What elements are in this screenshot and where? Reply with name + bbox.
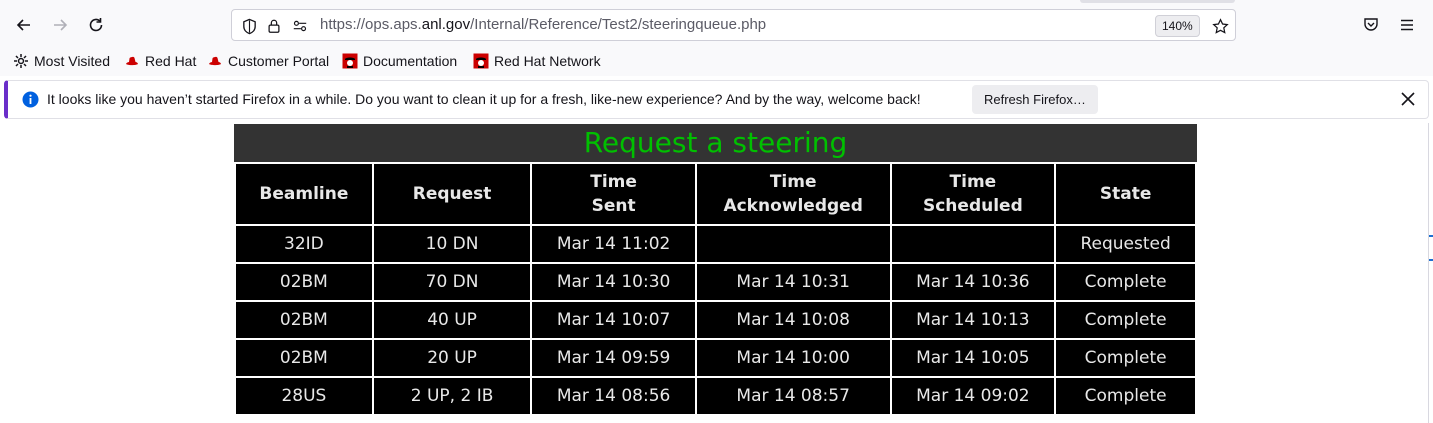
back-arrow-icon bbox=[16, 19, 30, 31]
cell-request: 2 UP, 2 IB bbox=[371, 376, 533, 416]
bookmark-label: Documentation bbox=[363, 53, 458, 69]
edge-marker bbox=[1429, 259, 1433, 261]
cell-state: Complete bbox=[1054, 376, 1197, 416]
bookmark-documentation[interactable]: Documentation bbox=[342, 50, 457, 72]
bookmark-label: Red Hat bbox=[145, 53, 197, 69]
url-host: anl.gov bbox=[421, 16, 471, 33]
info-icon bbox=[22, 91, 39, 108]
browser-toolbar: https://ops.aps.anl.gov/Internal/Referen… bbox=[0, 0, 1433, 50]
cell-beamline: 02BM bbox=[234, 338, 374, 378]
cell-time-acknowledged: Mar 14 08:57 bbox=[694, 376, 892, 416]
cell-time-sent: Mar 14 08:56 bbox=[530, 376, 697, 416]
table-row: 32ID 10 DN Mar 14 11:02 Requested bbox=[234, 224, 1197, 264]
column-header-time-scheduled: Time Scheduled bbox=[889, 162, 1057, 226]
table-row: 02BM 20 UP Mar 14 09:59 Mar 14 10:00 Mar… bbox=[234, 338, 1197, 378]
pocket-icon bbox=[1364, 18, 1378, 31]
cell-state: Complete bbox=[1054, 262, 1197, 302]
pocket-button[interactable] bbox=[1356, 10, 1386, 40]
refresh-firefox-button[interactable]: Refresh Firefox… bbox=[972, 85, 1098, 114]
cell-time-sent: Mar 14 10:07 bbox=[530, 300, 697, 340]
back-button[interactable] bbox=[9, 10, 39, 40]
redhat-shadowman-icon bbox=[342, 53, 358, 69]
reload-icon bbox=[89, 18, 103, 32]
cell-request: 10 DN bbox=[371, 224, 533, 264]
bookmark-label: Customer Portal bbox=[228, 53, 330, 69]
cell-time-scheduled bbox=[889, 224, 1057, 264]
zoom-level-button[interactable]: 140% bbox=[1155, 15, 1200, 37]
cell-time-acknowledged: Mar 14 10:00 bbox=[694, 338, 892, 378]
bookmark-red-hat-network[interactable]: Red Hat Network bbox=[473, 50, 601, 72]
cell-beamline: 28US bbox=[234, 376, 374, 416]
cell-time-scheduled: Mar 14 10:05 bbox=[889, 338, 1057, 378]
table-row: 02BM 40 UP Mar 14 10:07 Mar 14 10:08 Mar… bbox=[234, 300, 1197, 340]
gear-icon bbox=[14, 54, 28, 68]
cell-beamline: 02BM bbox=[234, 262, 374, 302]
table-row: 28US 2 UP, 2 IB Mar 14 08:56 Mar 14 08:5… bbox=[234, 376, 1197, 416]
url-path: /Internal/Reference/Test2/steeringqueue.… bbox=[470, 16, 767, 33]
adjacent-window-edge bbox=[1428, 123, 1433, 423]
url-prefix: https://ops.aps. bbox=[320, 16, 422, 33]
column-header-beamline: Beamline bbox=[234, 162, 374, 226]
bookmark-red-hat[interactable]: Red Hat bbox=[124, 50, 196, 72]
page-title: Request a steering bbox=[583, 126, 848, 159]
bookmark-customer-portal[interactable]: Customer Portal bbox=[207, 50, 329, 72]
cell-time-scheduled: Mar 14 10:13 bbox=[889, 300, 1057, 340]
column-header-state: State bbox=[1054, 162, 1197, 226]
bookmark-most-visited[interactable]: Most Visited bbox=[13, 50, 110, 72]
redhat-shadowman-icon bbox=[473, 53, 489, 69]
cell-time-scheduled: Mar 14 10:36 bbox=[889, 262, 1057, 302]
cell-time-acknowledged: Mar 14 10:31 bbox=[694, 262, 892, 302]
refresh-firefox-notification: It looks like you haven’t started Firefo… bbox=[4, 80, 1429, 119]
table-row: 02BM 70 DN Mar 14 10:30 Mar 14 10:31 Mar… bbox=[234, 262, 1197, 302]
bookmark-star-icon[interactable] bbox=[1211, 17, 1229, 35]
column-header-request: Request bbox=[371, 162, 533, 226]
cell-time-scheduled: Mar 14 09:02 bbox=[889, 376, 1057, 416]
redhat-icon bbox=[209, 56, 221, 66]
permissions-icon[interactable] bbox=[291, 17, 309, 35]
cell-request: 70 DN bbox=[371, 262, 533, 302]
cell-beamline: 32ID bbox=[234, 224, 374, 264]
cell-request: 40 UP bbox=[371, 300, 533, 340]
forward-button[interactable] bbox=[45, 10, 75, 40]
steering-queue-table: Beamline Request Time Sent Time Acknowledg… bbox=[234, 162, 1197, 416]
cell-state: Complete bbox=[1054, 300, 1197, 340]
cell-time-sent: Mar 14 09:59 bbox=[530, 338, 697, 378]
forward-arrow-icon bbox=[54, 19, 68, 31]
address-bar[interactable]: https://ops.aps.anl.gov/Internal/Referen… bbox=[231, 9, 1236, 41]
cell-time-sent: Mar 14 11:02 bbox=[530, 224, 697, 264]
column-header-time-sent: Time Sent bbox=[530, 162, 697, 226]
hamburger-menu-icon bbox=[1401, 19, 1413, 31]
redhat-icon bbox=[126, 56, 138, 66]
close-icon[interactable] bbox=[1398, 89, 1418, 109]
cell-state: Complete bbox=[1054, 338, 1197, 378]
cell-time-acknowledged: Mar 14 10:08 bbox=[694, 300, 892, 340]
page-title-bar: Request a steering bbox=[234, 124, 1197, 162]
edge-marker bbox=[1429, 235, 1433, 237]
table-header-row: Beamline Request Time Sent Time Acknowledg… bbox=[234, 162, 1197, 226]
reload-button[interactable] bbox=[81, 10, 111, 40]
cell-time-acknowledged bbox=[694, 224, 892, 264]
menu-button[interactable] bbox=[1392, 10, 1422, 40]
cell-beamline: 02BM bbox=[234, 300, 374, 340]
bookmark-label: Red Hat Network bbox=[494, 53, 601, 69]
notification-message: It looks like you haven’t started Firefo… bbox=[47, 91, 921, 107]
lock-icon[interactable] bbox=[265, 17, 283, 35]
cell-request: 20 UP bbox=[371, 338, 533, 378]
bookmark-label: Most Visited bbox=[34, 53, 110, 69]
cell-time-sent: Mar 14 10:30 bbox=[530, 262, 697, 302]
url-text[interactable]: https://ops.aps.anl.gov/Internal/Referen… bbox=[320, 16, 766, 33]
tracking-shield-icon[interactable] bbox=[240, 17, 258, 35]
tab-strip-edge bbox=[1080, 0, 1235, 3]
column-header-time-acknowledged: Time Acknowledged bbox=[694, 162, 892, 226]
bookmarks-toolbar: Most Visited Red Hat Customer Portal Doc… bbox=[0, 50, 1433, 76]
cell-state: Requested bbox=[1054, 224, 1197, 264]
